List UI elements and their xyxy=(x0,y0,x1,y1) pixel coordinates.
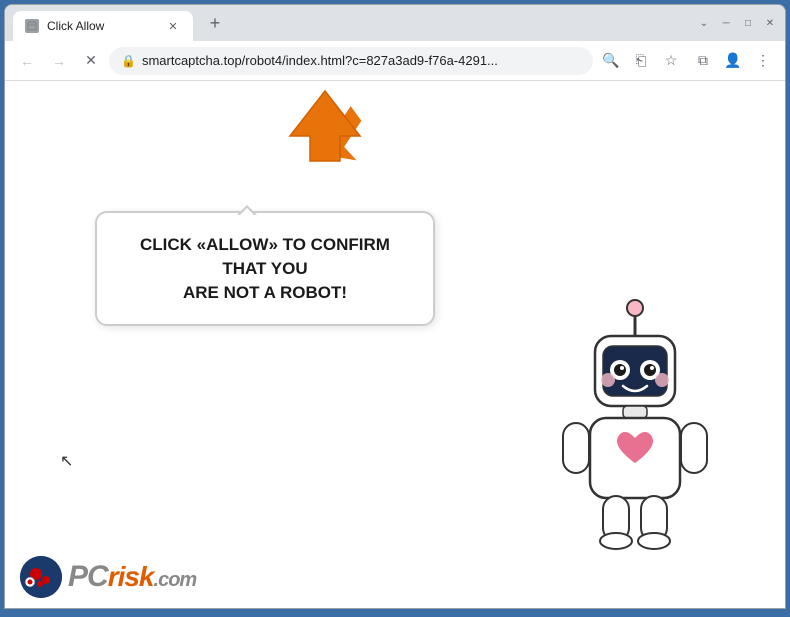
pcrisk-icon xyxy=(20,556,62,598)
address-bar: ← → ✕ 🔒 smartcaptcha.top/robot4/index.ht… xyxy=(5,41,785,81)
share-icon[interactable]: ⎗ xyxy=(627,47,655,75)
speech-bubble: CLICK «ALLOW» TO CONFIRM THAT YOU ARE NO… xyxy=(95,211,435,326)
new-tab-button[interactable]: + xyxy=(201,9,229,37)
browser-window: Click Allow ✕ + ⌄ ─ □ ✕ ← → ✕ 🔒 smartcap… xyxy=(4,4,786,609)
tab-favicon xyxy=(25,19,39,33)
search-icon[interactable]: 🔍 xyxy=(597,47,625,75)
url-text: smartcaptcha.top/robot4/index.html?c=827… xyxy=(142,53,581,68)
orange-arrow-icon xyxy=(285,86,375,186)
close-button[interactable]: ✕ xyxy=(763,16,777,30)
chevron-down-icon: ⌄ xyxy=(697,16,711,30)
maximize-button[interactable]: □ xyxy=(741,16,755,30)
pcrisk-logo: PCrisk.com xyxy=(20,556,196,598)
extensions-icon[interactable]: ⧉ xyxy=(689,47,717,75)
bookmark-icon[interactable]: ☆ xyxy=(657,47,685,75)
tab-close-button[interactable]: ✕ xyxy=(165,18,181,34)
reload-button[interactable]: ✕ xyxy=(77,47,105,75)
page-content: CLICK «ALLOW» TO CONFIRM THAT YOU ARE NO… xyxy=(5,81,785,608)
profile-icon[interactable]: 👤 xyxy=(719,47,747,75)
active-tab[interactable]: Click Allow ✕ xyxy=(13,11,193,41)
toolbar-right: ⧉ 👤 ⋮ xyxy=(689,47,777,75)
url-bar[interactable]: 🔒 smartcaptcha.top/robot4/index.html?c=8… xyxy=(109,47,593,75)
lock-icon: 🔒 xyxy=(121,54,136,68)
url-actions: 🔍 ⎗ ☆ xyxy=(597,47,685,75)
title-bar: Click Allow ✕ + ⌄ ─ □ ✕ xyxy=(5,5,785,41)
tab-title: Click Allow xyxy=(47,19,157,33)
pcrisk-text: PCrisk.com xyxy=(68,560,196,594)
bubble-text: CLICK «ALLOW» TO CONFIRM THAT YOU ARE NO… xyxy=(121,233,409,304)
minimize-button[interactable]: ─ xyxy=(719,16,733,30)
back-button[interactable]: ← xyxy=(13,47,41,75)
menu-icon[interactable]: ⋮ xyxy=(749,47,777,75)
forward-button[interactable]: → xyxy=(45,47,73,75)
mouse-cursor: ↖ xyxy=(60,451,73,471)
robot-illustration xyxy=(535,288,735,548)
window-controls: ⌄ ─ □ ✕ xyxy=(697,16,777,30)
